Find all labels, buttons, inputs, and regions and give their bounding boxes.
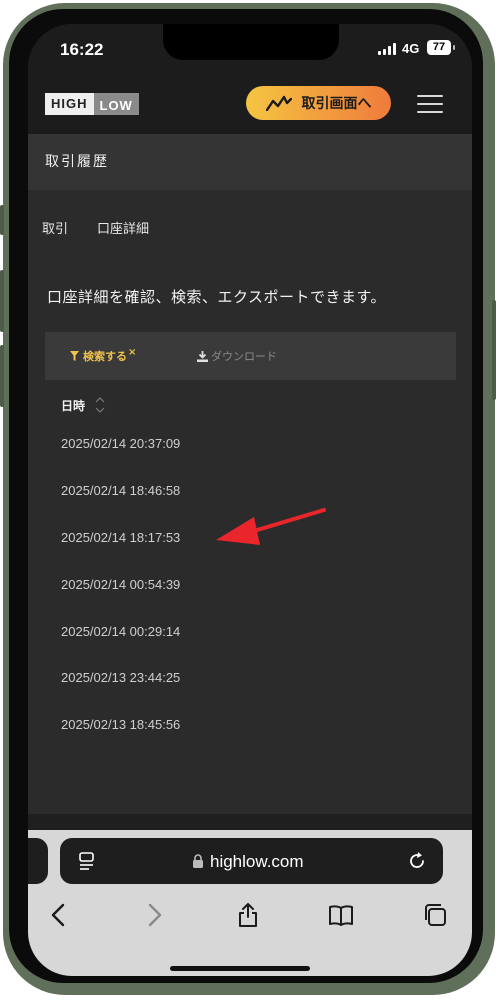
lock-icon xyxy=(193,854,203,868)
reader-icon[interactable] xyxy=(78,852,96,870)
power-button xyxy=(492,300,496,400)
home-indicator xyxy=(170,966,310,971)
back-icon[interactable] xyxy=(46,902,72,928)
volume-down-button xyxy=(0,345,4,407)
url-text: highlow.com xyxy=(210,852,304,871)
bookmarks-icon[interactable] xyxy=(328,902,354,928)
volume-up-button xyxy=(0,270,4,332)
tabs-icon[interactable] xyxy=(422,902,448,928)
silent-switch xyxy=(0,205,4,235)
share-icon[interactable] xyxy=(235,902,261,928)
previous-tab-preview[interactable] xyxy=(28,838,48,884)
safari-toolbar: highlow.com xyxy=(28,830,472,976)
screen: 16:22 4G 77 HIGH LOW 取引画面へ 取引履歴 取引 口座詳細 … xyxy=(28,24,472,976)
address-bar[interactable]: highlow.com xyxy=(60,838,443,884)
forward-icon[interactable] xyxy=(141,902,167,928)
reload-icon[interactable] xyxy=(407,851,427,871)
